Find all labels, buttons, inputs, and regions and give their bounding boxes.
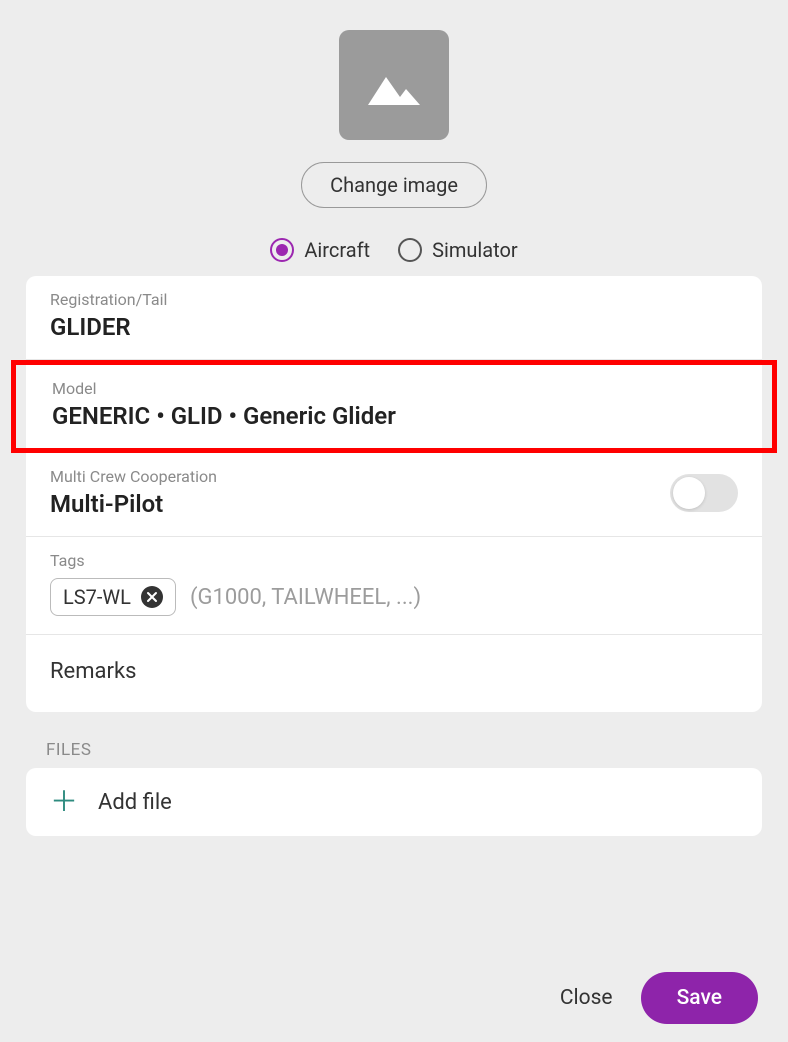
files-section-header: FILES <box>46 740 762 760</box>
radio-icon <box>270 238 294 262</box>
radio-simulator[interactable]: Simulator <box>398 238 518 262</box>
tags-field[interactable]: Tags LS7-WL (G1000, TAILWHEEL, ...) <box>26 537 762 635</box>
registration-value: GLIDER <box>50 313 738 341</box>
close-icon <box>146 591 158 603</box>
radio-simulator-label: Simulator <box>432 238 518 262</box>
radio-aircraft[interactable]: Aircraft <box>270 238 370 262</box>
model-value: GENERIC • GLID • Generic Glider <box>52 402 736 430</box>
registration-field[interactable]: Registration/Tail GLIDER <box>26 276 762 360</box>
tags-label: Tags <box>50 551 738 570</box>
footer: Close Save <box>560 972 758 1024</box>
tag-remove-button[interactable] <box>141 586 163 608</box>
add-file-button[interactable]: ＋ Add file <box>26 768 762 836</box>
model-label: Model <box>52 379 736 398</box>
tag-chip: LS7-WL <box>50 578 176 616</box>
change-image-button[interactable]: Change image <box>301 162 487 208</box>
image-placeholder[interactable] <box>339 30 449 140</box>
tags-placeholder: (G1000, TAILWHEEL, ...) <box>190 585 421 610</box>
plus-icon: ＋ <box>50 788 78 816</box>
picture-icon <box>362 59 426 111</box>
remarks-label: Remarks <box>50 659 738 684</box>
toggle-knob <box>673 477 705 509</box>
mcc-value: Multi-Pilot <box>50 490 217 518</box>
close-button[interactable]: Close <box>560 986 613 1010</box>
remarks-field[interactable]: Remarks <box>26 635 762 712</box>
mcc-label: Multi Crew Cooperation <box>50 467 217 486</box>
save-button[interactable]: Save <box>641 972 758 1024</box>
mcc-toggle[interactable] <box>670 474 738 512</box>
radio-aircraft-label: Aircraft <box>304 238 370 262</box>
model-field[interactable]: Model GENERIC • GLID • Generic Glider <box>11 360 777 453</box>
details-card: Registration/Tail GLIDER Model GENERIC •… <box>26 276 762 712</box>
radio-icon <box>398 238 422 262</box>
tag-text: LS7-WL <box>63 585 131 609</box>
add-file-label: Add file <box>98 790 172 815</box>
registration-label: Registration/Tail <box>50 290 738 309</box>
mcc-field: Multi Crew Cooperation Multi-Pilot <box>26 453 762 537</box>
